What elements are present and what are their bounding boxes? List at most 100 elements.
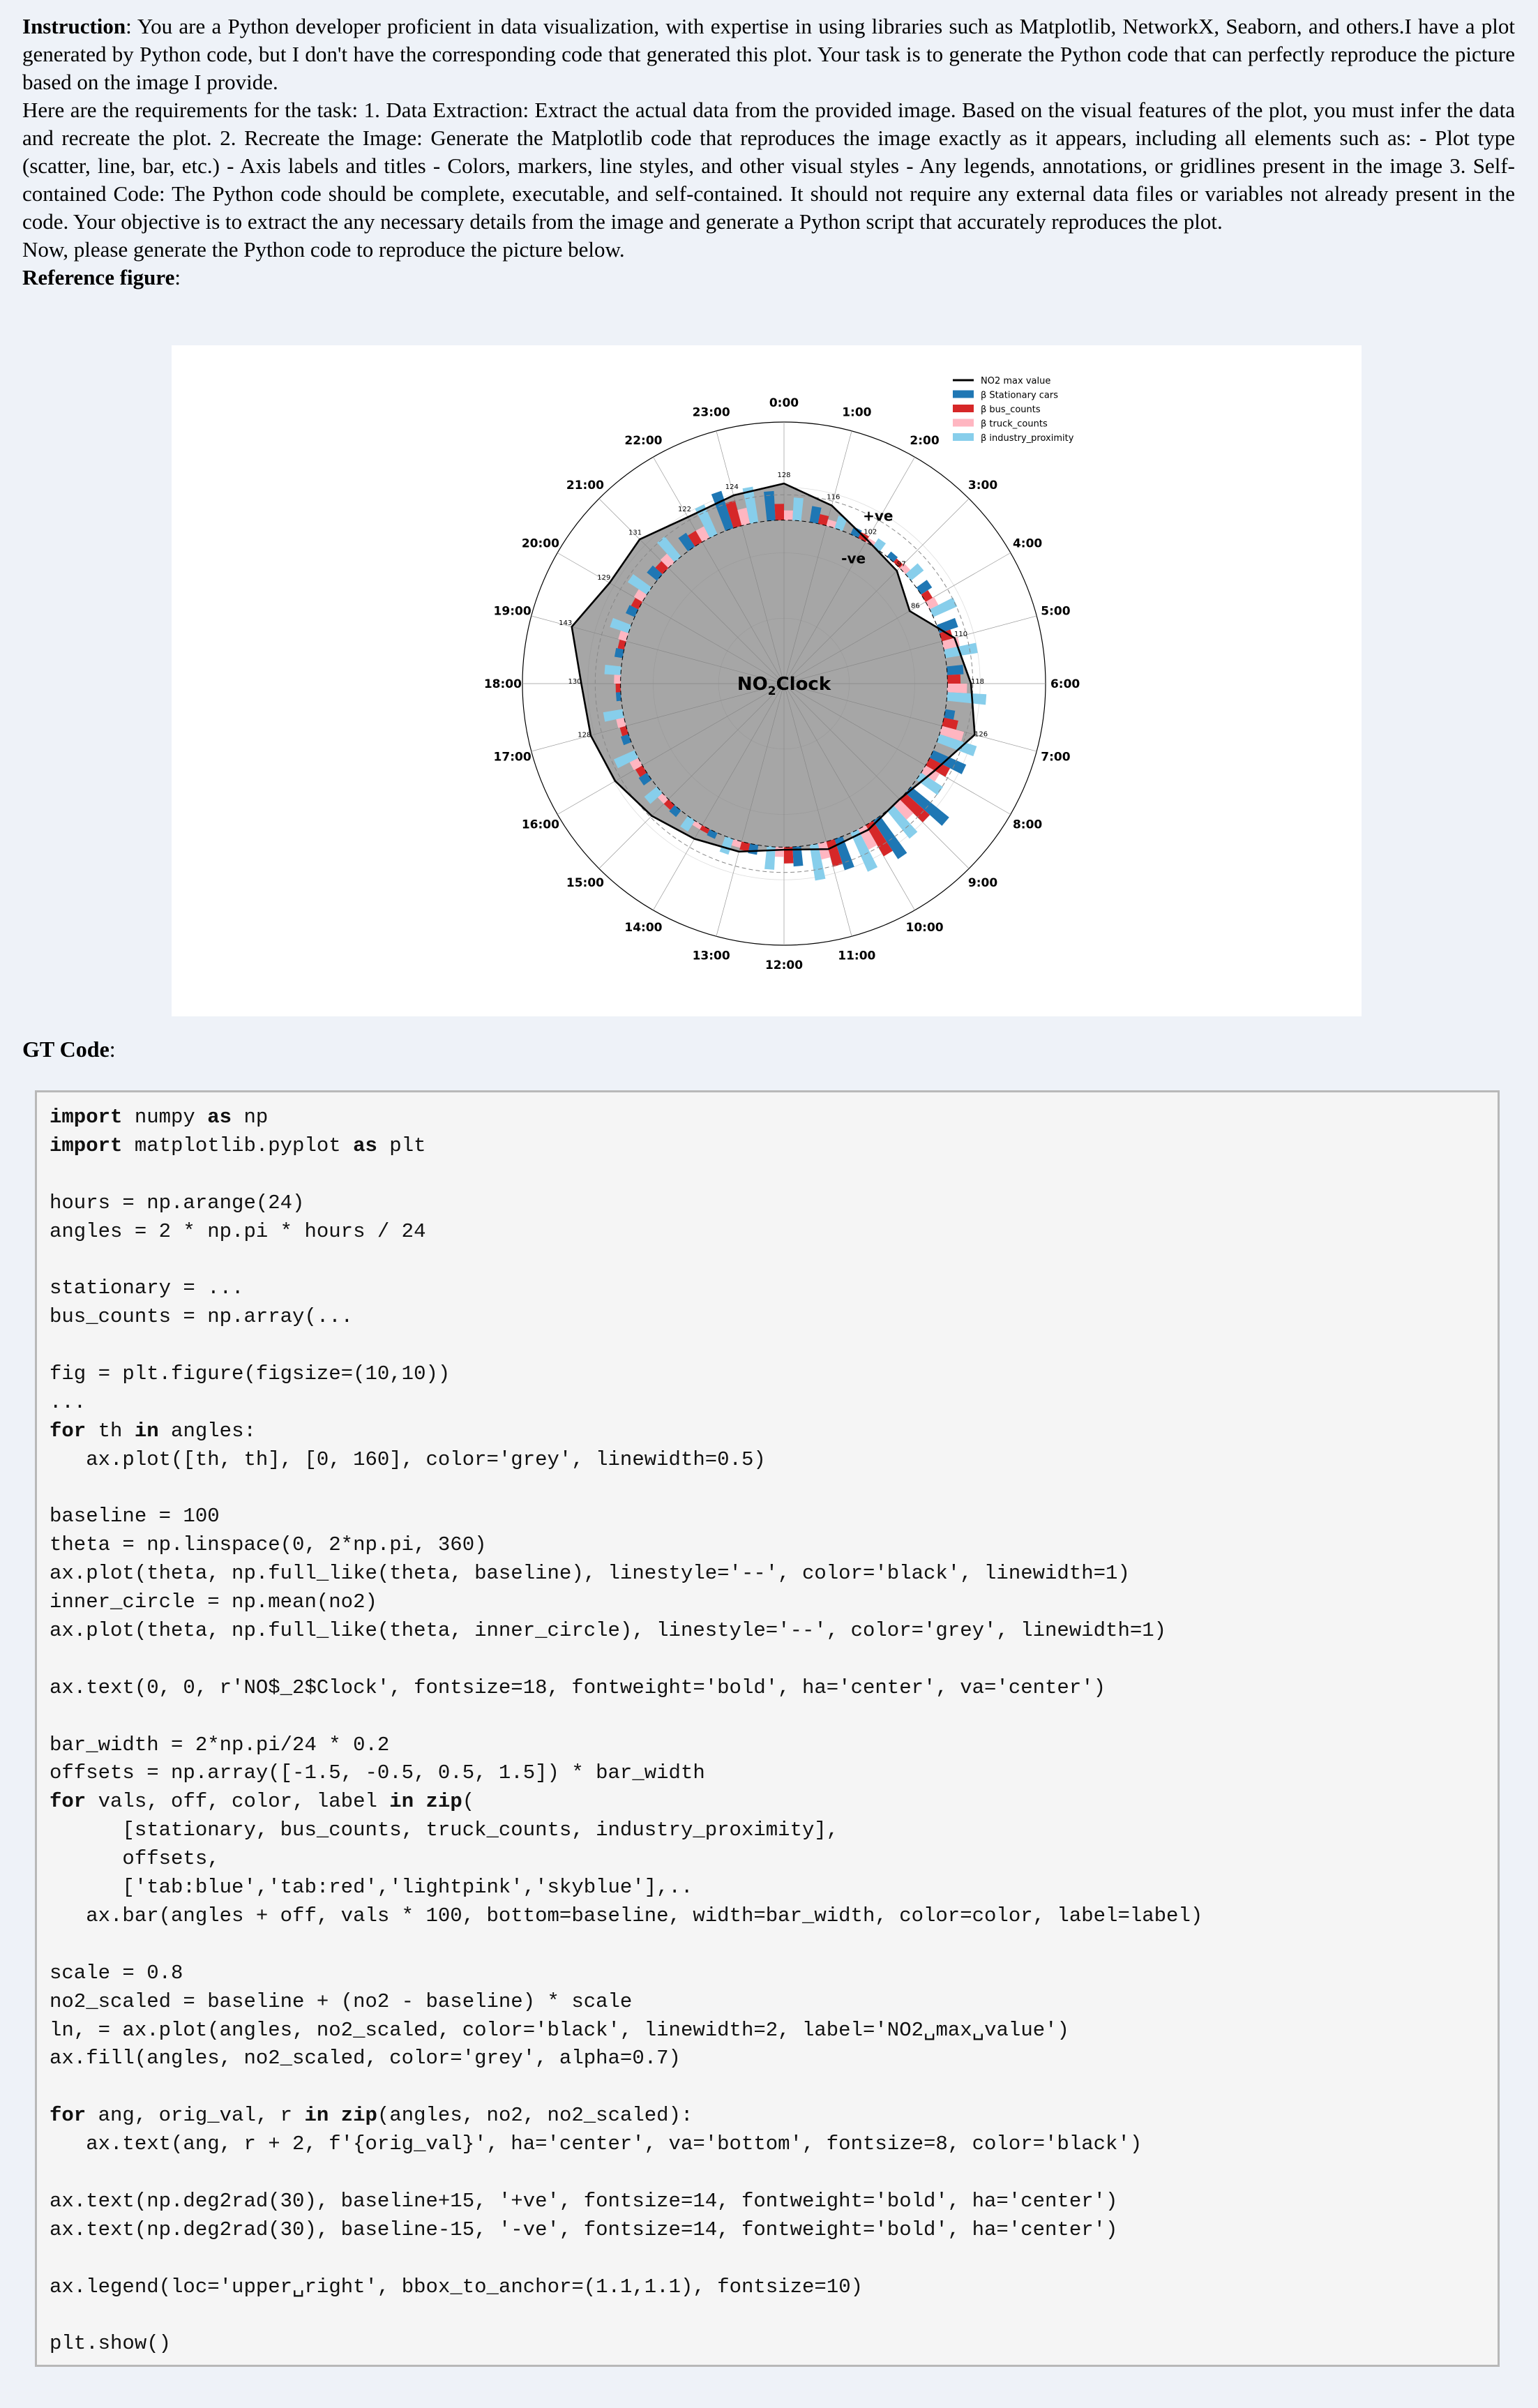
code-line: bus_counts = np.array(...: [50, 1305, 354, 1329]
hour-label: 13:00: [693, 949, 730, 963]
code-line: ​: [50, 1332, 1491, 1360]
hour-label: 0:00: [769, 396, 799, 410]
legend-swatch: [953, 419, 974, 427]
code-line: ​: [50, 1931, 1491, 1959]
code-block: import numpy as np import matplotlib.pypl…: [35, 1090, 1500, 2367]
code-line: ax.fill(angles, no2_scaled, color='grey'…: [50, 2047, 681, 2070]
hour-label: 10:00: [906, 921, 944, 935]
hour-label: 12:00: [765, 958, 803, 972]
reference-figure-heading: Reference figure:: [22, 265, 181, 289]
no2-value-label: 131: [628, 529, 642, 537]
no2-value-label: 126: [974, 731, 988, 739]
instruction-paragraph: Instruction: You are a Python developer …: [22, 13, 1515, 96]
hour-label: 11:00: [838, 949, 875, 963]
code-line: ​: [50, 2159, 1491, 2188]
beta-bar: [604, 665, 621, 675]
requirements-paragraph: Here are the requirements for the task: …: [22, 98, 1515, 234]
no2-clock-chart: 128 116 102 97 86 110 118 126 128 130 143 129 131 122…: [484, 376, 1080, 972]
hour-label: 9:00: [968, 876, 997, 890]
code-line: plt.show(): [50, 2332, 172, 2356]
code-line: ax.text(0, 0, r'NO$_2$Clock', fontsize=1…: [50, 1676, 1106, 1699]
legend-entry: β Stationary cars: [981, 391, 1058, 401]
code-line: angles = 2 * np.pi * hours / 24: [50, 1219, 426, 1243]
code-line: import numpy as np: [50, 1106, 269, 1129]
beta-bar: [774, 504, 784, 520]
reference-figure: 128 116 102 97 86 110 118 126 128 130 143 129 131 122…: [172, 345, 1362, 1016]
reference-figure-label: Reference figure: [22, 265, 175, 289]
code-line: [stationary, bus_counts, truck_counts, i…: [50, 1819, 839, 1842]
positive-label: +ve: [863, 508, 893, 525]
beta-bar: [947, 684, 967, 693]
code-line: ​: [50, 1246, 1491, 1274]
code-line: ['tab:blue','tab:red','lightpink','skybl…: [50, 1876, 693, 1899]
negative-label: -ve: [841, 550, 866, 566]
code-line: offsets,: [50, 1847, 220, 1871]
instruction-text: : You are a Python developer proficient …: [22, 14, 1515, 94]
code-line: stationary = ...: [50, 1277, 244, 1300]
hour-label: 17:00: [494, 750, 531, 764]
no2-value-label: 128: [777, 472, 790, 479]
no2-value-label: 128: [578, 732, 591, 739]
code-line: ax.legend(loc='upper␣right', bbox_to_anc…: [50, 2275, 864, 2298]
code-line: no2_scaled = baseline + (no2 - baseline)…: [50, 1989, 633, 2013]
code-line: ax.text(np.deg2rad(30), baseline-15, '-v…: [50, 2218, 1118, 2241]
beta-bar: [784, 510, 794, 520]
code-line: ax.plot(theta, np.full_like(theta, inner…: [50, 1619, 1167, 1643]
no2-value-label: 110: [954, 631, 967, 638]
code-line: ​: [50, 1646, 1491, 1674]
code-line: ax.text(np.deg2rad(30), baseline+15, '+v…: [50, 2189, 1118, 2213]
code-line: ax.text(ang, r + 2, f'{orig_val}', ha='c…: [50, 2132, 1143, 2156]
code-line: offsets = np.array([-1.5, -0.5, 0.5, 1.5…: [50, 1761, 705, 1785]
code-line: scale = 0.8: [50, 1961, 183, 1985]
beta-bar: [947, 665, 964, 675]
beta-bar: [614, 675, 621, 684]
hour-label: 1:00: [842, 406, 871, 420]
code-line: ​: [50, 2301, 1491, 2330]
legend-swatch: [953, 405, 974, 412]
code-line: ​: [50, 1161, 1491, 1189]
hour-label: 22:00: [624, 434, 662, 448]
code-line: ...: [50, 1390, 86, 1414]
legend-swatch: [953, 390, 974, 398]
code-line: baseline = 100: [50, 1505, 220, 1528]
hour-label: 21:00: [566, 479, 604, 492]
instruction-label: Instruction: [22, 14, 126, 38]
code-line: ax.bar(angles + off, vals * 100, bottom=…: [50, 1904, 1203, 1927]
beta-bar: [615, 684, 621, 693]
no2-value-label: 116: [827, 494, 840, 502]
code-line: hours = np.arange(24): [50, 1191, 305, 1214]
no2-value-label: 97: [897, 561, 906, 569]
hour-label: 18:00: [484, 677, 522, 691]
hour-label: 20:00: [522, 536, 559, 550]
no2-value-label: 118: [971, 678, 984, 686]
code-line: ​: [50, 2245, 1491, 2273]
code-line: import matplotlib.pyplot as plt: [50, 1134, 426, 1157]
hour-label: 4:00: [1013, 536, 1042, 550]
hour-label: 16:00: [522, 818, 559, 832]
no2-value-label: 130: [568, 678, 581, 686]
hour-label: 19:00: [494, 605, 531, 619]
beta-bar: [905, 563, 924, 581]
chart-title: NO2Clock: [737, 674, 831, 698]
code-line: for th in angles:: [50, 1419, 256, 1443]
hour-label: 6:00: [1050, 677, 1080, 691]
code-line: inner_circle = np.mean(no2): [50, 1590, 377, 1614]
code-line: bar_width = 2*np.pi/24 * 0.2: [50, 1733, 390, 1756]
no2-value-label: 124: [725, 483, 739, 491]
code-line: ax.plot([th, th], [0, 160], color='grey'…: [50, 1447, 766, 1471]
legend-entry: β industry_proximity: [981, 433, 1074, 444]
hour-label: 15:00: [566, 876, 604, 890]
code-line: for vals, off, color, label in zip(: [50, 1790, 475, 1814]
beta-bar: [916, 580, 933, 595]
code-line: fig = plt.figure(figsize=(10,10)): [50, 1362, 451, 1386]
legend-entry: NO2 max value: [981, 376, 1050, 386]
gt-code-label: GT Code: [22, 1037, 110, 1062]
instruction-block: Instruction: You are a Python developer …: [22, 13, 1515, 292]
legend-entry: β truck_counts: [981, 419, 1048, 430]
beta-bar: [947, 674, 961, 684]
no2-value-label: 86: [911, 602, 920, 610]
no2-value-label: 143: [559, 619, 572, 627]
hour-label: 3:00: [968, 479, 997, 492]
title-rest: Clock: [776, 674, 831, 695]
legend-entry: β bus_counts: [981, 405, 1041, 415]
